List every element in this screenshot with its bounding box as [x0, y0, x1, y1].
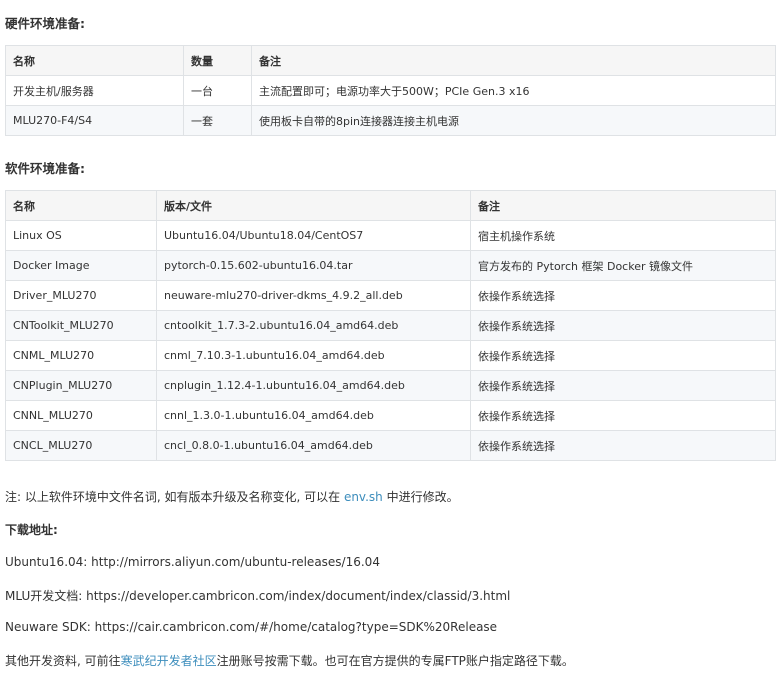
ubuntu-download: Ubuntu16.04: http://mirrors.aliyun.com/u… — [5, 555, 380, 569]
table-row: CNToolkit_MLU270 cntoolkit_1.7.3-2.ubunt… — [5, 310, 776, 341]
column-header: 备注 — [470, 190, 776, 221]
other-suffix: 注册账号按需下载。也可在官方提供的专属FTP账户指定路径下载。 — [216, 654, 574, 668]
table-cell: cntoolkit_1.7.3-2.ubuntu16.04_amd64.deb — [156, 310, 471, 341]
table-cell: Ubuntu16.04/Ubuntu18.04/CentOS7 — [156, 220, 471, 251]
developer-community-link[interactable]: 寒武纪开发者社区 — [121, 654, 217, 668]
table-cell: cnplugin_1.12.4-1.ubuntu16.04_amd64.deb — [156, 370, 471, 401]
other-resources: 其他开发资料, 可前往寒武纪开发者社区注册账号按需下载。也可在官方提供的专属FT… — [5, 652, 574, 669]
table-row: CNPlugin_MLU270 cnplugin_1.12.4-1.ubuntu… — [5, 370, 776, 401]
table-cell: cnnl_1.3.0-1.ubuntu16.04_amd64.deb — [156, 400, 471, 431]
table-cell: Linux OS — [5, 220, 157, 251]
table-cell: CNML_MLU270 — [5, 340, 157, 371]
hardware-heading: 硬件环境准备: — [5, 16, 85, 31]
mlu-docs-download: MLU开发文档: https://developer.cambricon.com… — [5, 589, 511, 603]
table-row: MLU270-F4/S4 一套 使用板卡自带的8pin连接器连接主机电源 — [5, 105, 776, 136]
table-row: CNML_MLU270 cnml_7.10.3-1.ubuntu16.04_am… — [5, 340, 776, 371]
table-cell: CNPlugin_MLU270 — [5, 370, 157, 401]
column-header: 版本/文件 — [156, 190, 471, 221]
table-cell: cnml_7.10.3-1.ubuntu16.04_amd64.deb — [156, 340, 471, 371]
column-header: 名称 — [5, 190, 157, 221]
table-cell: CNToolkit_MLU270 — [5, 310, 157, 341]
table-cell: 依操作系统选择 — [470, 280, 776, 311]
software-table: 名称 版本/文件 备注 Linux OS Ubuntu16.04/Ubuntu1… — [5, 190, 776, 461]
downloads-heading: 下载地址: — [5, 523, 58, 537]
table-cell: pytorch-0.15.602-ubuntu16.04.tar — [156, 250, 471, 281]
note-suffix: 中进行修改。 — [382, 490, 459, 504]
column-header: 备注 — [251, 45, 776, 76]
env-note: 注: 以上软件环境中文件名词, 如有版本升级及名称变化, 可以在 env.sh … — [5, 488, 459, 505]
column-header: 数量 — [183, 45, 252, 76]
table-cell: 使用板卡自带的8pin连接器连接主机电源 — [251, 105, 776, 136]
table-cell: cncl_0.8.0-1.ubuntu16.04_amd64.deb — [156, 430, 471, 461]
table-cell: Docker Image — [5, 250, 157, 281]
table-cell: CNNL_MLU270 — [5, 400, 157, 431]
table-cell: 依操作系统选择 — [470, 400, 776, 431]
table-cell: 一套 — [183, 105, 252, 136]
note-prefix: 注: 以上软件环境中文件名词, 如有版本升级及名称变化, 可以在 — [5, 490, 344, 504]
other-prefix: 其他开发资料, 可前往 — [5, 654, 121, 668]
table-cell: CNCL_MLU270 — [5, 430, 157, 461]
table-cell: 依操作系统选择 — [470, 370, 776, 401]
table-cell: neuware-mlu270-driver-dkms_4.9.2_all.deb — [156, 280, 471, 311]
table-row: CNCL_MLU270 cncl_0.8.0-1.ubuntu16.04_amd… — [5, 430, 776, 461]
table-cell: 官方发布的 Pytorch 框架 Docker 镜像文件 — [470, 250, 776, 281]
table-cell: 主流配置即可；电源功率大于500W；PCIe Gen.3 x16 — [251, 75, 776, 106]
table-cell: Driver_MLU270 — [5, 280, 157, 311]
env-sh-link[interactable]: env.sh — [344, 490, 383, 504]
hardware-table: 名称 数量 备注 开发主机/服务器 一台 主流配置即可；电源功率大于500W；P… — [5, 45, 776, 136]
table-header-row: 名称 数量 备注 — [5, 45, 776, 76]
table-cell: 开发主机/服务器 — [5, 75, 184, 106]
table-cell: 宿主机操作系统 — [470, 220, 776, 251]
table-row: Driver_MLU270 neuware-mlu270-driver-dkms… — [5, 280, 776, 311]
column-header: 名称 — [5, 45, 184, 76]
table-cell: 依操作系统选择 — [470, 340, 776, 371]
table-cell: MLU270-F4/S4 — [5, 105, 184, 136]
table-cell: 依操作系统选择 — [470, 430, 776, 461]
table-cell: 依操作系统选择 — [470, 310, 776, 341]
table-row: CNNL_MLU270 cnnl_1.3.0-1.ubuntu16.04_amd… — [5, 400, 776, 431]
table-row: Docker Image pytorch-0.15.602-ubuntu16.0… — [5, 250, 776, 281]
neuware-sdk-download: Neuware SDK: https://cair.cambricon.com/… — [5, 620, 498, 634]
table-cell: 一台 — [183, 75, 252, 106]
table-row: Linux OS Ubuntu16.04/Ubuntu18.04/CentOS7… — [5, 220, 776, 251]
software-heading: 软件环境准备: — [5, 161, 85, 176]
table-row: 开发主机/服务器 一台 主流配置即可；电源功率大于500W；PCIe Gen.3… — [5, 75, 776, 106]
table-header-row: 名称 版本/文件 备注 — [5, 190, 776, 221]
